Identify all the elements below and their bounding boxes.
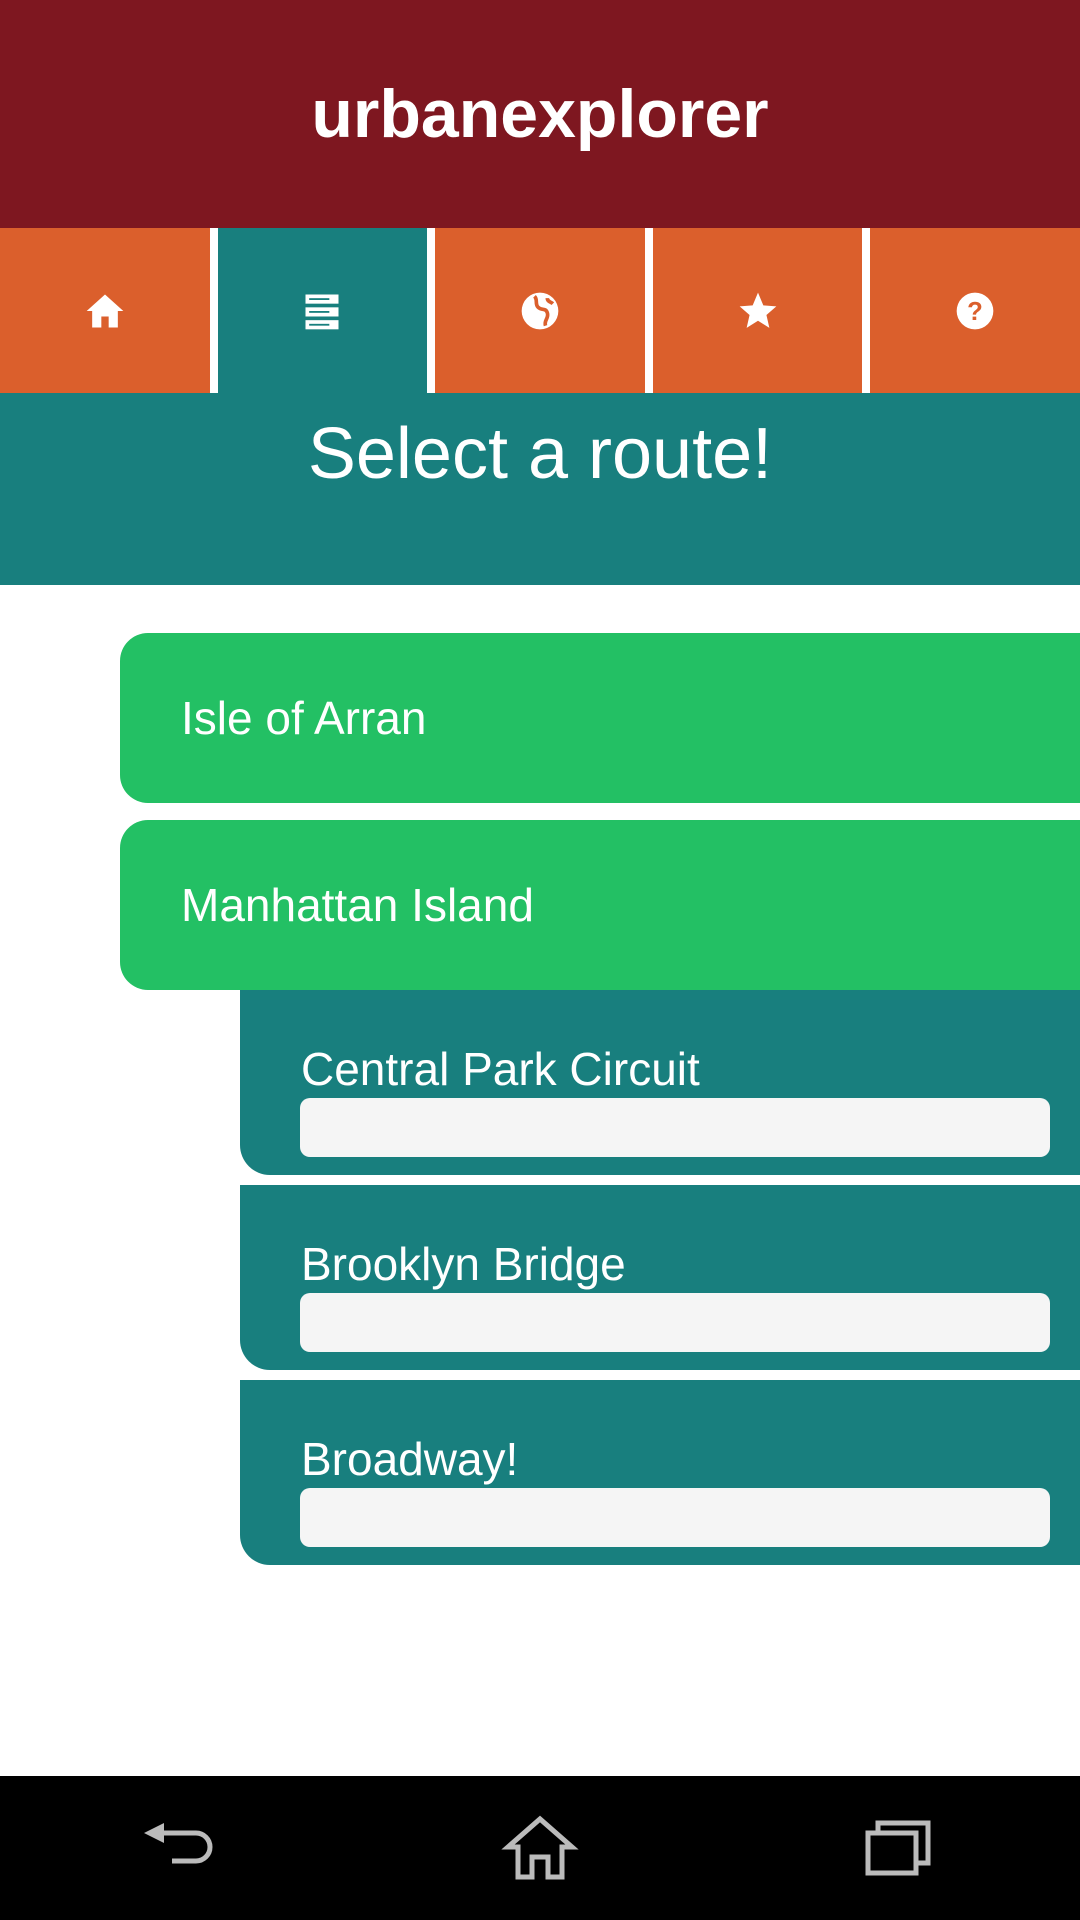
tab-home[interactable]: [0, 228, 210, 393]
subroute-label: Broadway!: [301, 1433, 519, 1485]
tab-help[interactable]: ?: [870, 228, 1080, 393]
tab-map[interactable]: [435, 228, 645, 393]
route-item[interactable]: Manhattan Island: [120, 820, 1080, 990]
subroute-item[interactable]: Central Park Circuit: [240, 990, 1080, 1175]
list-icon: [305, 294, 339, 329]
route-label: Isle of Arran: [181, 692, 427, 744]
subroute-item[interactable]: Brooklyn Bridge: [240, 1185, 1080, 1370]
back-icon[interactable]: [140, 1813, 220, 1883]
tab-routes[interactable]: [217, 228, 428, 393]
subroute-label: Brooklyn Bridge: [301, 1238, 626, 1290]
subroute-item[interactable]: Broadway!: [240, 1380, 1080, 1565]
tab-favorites[interactable]: [652, 228, 863, 393]
recents-icon[interactable]: [860, 1813, 940, 1883]
subroute-label: Central Park Circuit: [301, 1043, 700, 1095]
app-title: urbanexplorer: [311, 76, 769, 152]
route-item[interactable]: Isle of Arran: [120, 633, 1080, 803]
page-header: Select a route!: [0, 393, 1080, 585]
progress-bar: [300, 1098, 1050, 1157]
home-icon[interactable]: [500, 1813, 580, 1883]
globe-icon: [521, 292, 559, 329]
system-nav-bar: [0, 1776, 1080, 1920]
progress-bar: [300, 1488, 1050, 1547]
star-icon: [739, 292, 776, 328]
page-title: Select a route!: [307, 414, 773, 494]
progress-bar: [300, 1293, 1050, 1352]
svg-text:?: ?: [967, 298, 983, 326]
app-header: urbanexplorer: [0, 0, 1080, 228]
home-icon: [86, 294, 124, 327]
help-icon: ?: [956, 292, 994, 329]
route-label: Manhattan Island: [181, 879, 534, 931]
tab-bar: ?: [0, 228, 1080, 393]
